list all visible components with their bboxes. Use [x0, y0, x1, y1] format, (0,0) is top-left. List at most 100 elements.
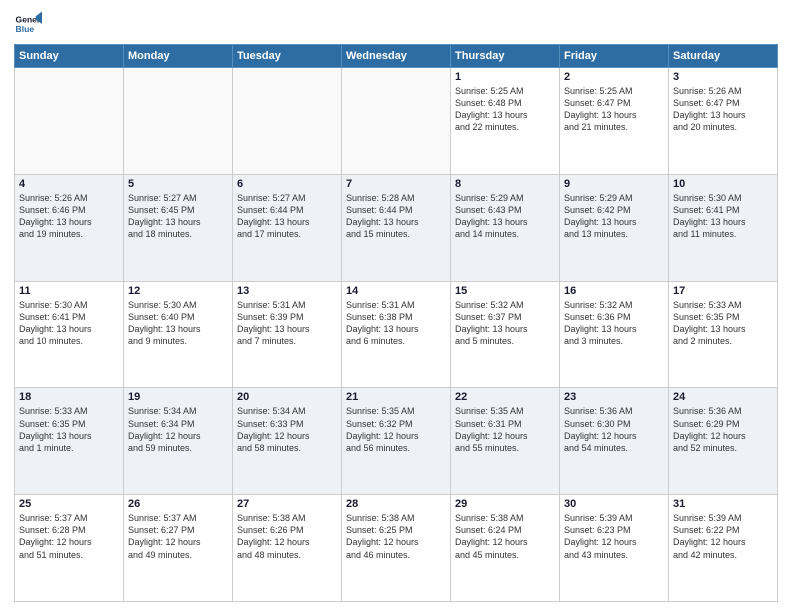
calendar-cell: 13 Sunrise: 5:31 AM Sunset: 6:39 PM Dayli…	[233, 281, 342, 388]
calendar-cell	[124, 68, 233, 175]
calendar-cell	[15, 68, 124, 175]
week-row-5: 25Sunrise: 5:37 AM Sunset: 6:28 PM Dayli…	[15, 495, 778, 602]
calendar-cell: 27 Sunrise: 5:38 AM Sunset: 6:26 PM Dayli…	[233, 495, 342, 602]
day-number: 29	[455, 498, 555, 510]
calendar-cell: 19Sunrise: 5:34 AM Sunset: 6:34 PM Dayli…	[124, 388, 233, 495]
calendar-cell: 16 Sunrise: 5:32 AM Sunset: 6:36 PM Dayli…	[560, 281, 669, 388]
calendar-cell: 30 Sunrise: 5:39 AM Sunset: 6:23 PM Dayli…	[560, 495, 669, 602]
calendar-cell: 14 Sunrise: 5:31 AM Sunset: 6:38 PM Dayli…	[342, 281, 451, 388]
weekday-header-thursday: Thursday	[451, 45, 560, 68]
day-number: 11	[19, 285, 119, 297]
day-number: 7	[346, 178, 446, 190]
day-number: 20	[237, 391, 337, 403]
cell-info: Sunrise: 5:39 AM Sunset: 6:22 PM Dayligh…	[673, 512, 773, 561]
calendar-cell: 17 Sunrise: 5:33 AM Sunset: 6:35 PM Dayli…	[669, 281, 778, 388]
day-number: 10	[673, 178, 773, 190]
calendar-cell: 29 Sunrise: 5:38 AM Sunset: 6:24 PM Dayli…	[451, 495, 560, 602]
cell-info: Sunrise: 5:38 AM Sunset: 6:24 PM Dayligh…	[455, 512, 555, 561]
day-number: 6	[237, 178, 337, 190]
calendar-cell: 20 Sunrise: 5:34 AM Sunset: 6:33 PM Dayli…	[233, 388, 342, 495]
cell-info: Sunrise: 5:36 AM Sunset: 6:29 PM Dayligh…	[673, 405, 773, 454]
day-number: 21	[346, 391, 446, 403]
day-number: 13	[237, 285, 337, 297]
week-row-2: 4 Sunrise: 5:26 AM Sunset: 6:46 PM Daylig…	[15, 174, 778, 281]
day-number: 4	[19, 178, 119, 190]
day-number: 14	[346, 285, 446, 297]
cell-info: Sunrise: 5:31 AM Sunset: 6:39 PM Dayligh…	[237, 299, 337, 348]
weekday-header-sunday: Sunday	[15, 45, 124, 68]
calendar-cell: 12 Sunrise: 5:30 AM Sunset: 6:40 PM Dayli…	[124, 281, 233, 388]
cell-info: Sunrise: 5:38 AM Sunset: 6:25 PM Dayligh…	[346, 512, 446, 561]
day-number: 2	[564, 71, 664, 83]
day-number: 31	[673, 498, 773, 510]
weekday-header-wednesday: Wednesday	[342, 45, 451, 68]
calendar-cell: 11Sunrise: 5:30 AM Sunset: 6:41 PM Dayli…	[15, 281, 124, 388]
calendar-cell: 26 Sunrise: 5:37 AM Sunset: 6:27 PM Dayli…	[124, 495, 233, 602]
calendar-cell: 31 Sunrise: 5:39 AM Sunset: 6:22 PM Dayli…	[669, 495, 778, 602]
day-number: 5	[128, 178, 228, 190]
cell-info: Sunrise: 5:26 AM Sunset: 6:46 PM Dayligh…	[19, 192, 119, 241]
weekday-header-tuesday: Tuesday	[233, 45, 342, 68]
calendar-cell: 22 Sunrise: 5:35 AM Sunset: 6:31 PM Dayli…	[451, 388, 560, 495]
calendar-cell: 4 Sunrise: 5:26 AM Sunset: 6:46 PM Daylig…	[15, 174, 124, 281]
week-row-4: 18Sunrise: 5:33 AM Sunset: 6:35 PM Dayli…	[15, 388, 778, 495]
cell-info: Sunrise: 5:29 AM Sunset: 6:42 PM Dayligh…	[564, 192, 664, 241]
cell-info: Sunrise: 5:31 AM Sunset: 6:38 PM Dayligh…	[346, 299, 446, 348]
cell-info: Sunrise: 5:35 AM Sunset: 6:32 PM Dayligh…	[346, 405, 446, 454]
day-number: 26	[128, 498, 228, 510]
calendar-cell	[342, 68, 451, 175]
cell-info: Sunrise: 5:39 AM Sunset: 6:23 PM Dayligh…	[564, 512, 664, 561]
day-number: 25	[19, 498, 119, 510]
week-row-1: 1Sunrise: 5:25 AM Sunset: 6:48 PM Daylig…	[15, 68, 778, 175]
calendar-cell: 3Sunrise: 5:26 AM Sunset: 6:47 PM Daylig…	[669, 68, 778, 175]
calendar-table: SundayMondayTuesdayWednesdayThursdayFrid…	[14, 44, 778, 602]
day-number: 3	[673, 71, 773, 83]
calendar-cell: 23 Sunrise: 5:36 AM Sunset: 6:30 PM Dayli…	[560, 388, 669, 495]
cell-info: Sunrise: 5:33 AM Sunset: 6:35 PM Dayligh…	[673, 299, 773, 348]
day-number: 23	[564, 391, 664, 403]
day-number: 22	[455, 391, 555, 403]
calendar-cell: 15Sunrise: 5:32 AM Sunset: 6:37 PM Dayli…	[451, 281, 560, 388]
cell-info: Sunrise: 5:25 AM Sunset: 6:47 PM Dayligh…	[564, 85, 664, 134]
week-row-3: 11Sunrise: 5:30 AM Sunset: 6:41 PM Dayli…	[15, 281, 778, 388]
calendar-cell: 18Sunrise: 5:33 AM Sunset: 6:35 PM Dayli…	[15, 388, 124, 495]
day-number: 17	[673, 285, 773, 297]
calendar-cell: 25Sunrise: 5:37 AM Sunset: 6:28 PM Dayli…	[15, 495, 124, 602]
cell-info: Sunrise: 5:34 AM Sunset: 6:33 PM Dayligh…	[237, 405, 337, 454]
cell-info: Sunrise: 5:27 AM Sunset: 6:44 PM Dayligh…	[237, 192, 337, 241]
calendar-cell: 7 Sunrise: 5:28 AM Sunset: 6:44 PM Daylig…	[342, 174, 451, 281]
cell-info: Sunrise: 5:37 AM Sunset: 6:27 PM Dayligh…	[128, 512, 228, 561]
cell-info: Sunrise: 5:29 AM Sunset: 6:43 PM Dayligh…	[455, 192, 555, 241]
calendar-cell: 21 Sunrise: 5:35 AM Sunset: 6:32 PM Dayli…	[342, 388, 451, 495]
day-number: 30	[564, 498, 664, 510]
cell-info: Sunrise: 5:36 AM Sunset: 6:30 PM Dayligh…	[564, 405, 664, 454]
cell-info: Sunrise: 5:35 AM Sunset: 6:31 PM Dayligh…	[455, 405, 555, 454]
calendar-cell: 28 Sunrise: 5:38 AM Sunset: 6:25 PM Dayli…	[342, 495, 451, 602]
cell-info: Sunrise: 5:30 AM Sunset: 6:40 PM Dayligh…	[128, 299, 228, 348]
logo-icon: General Blue	[14, 10, 42, 38]
calendar-cell: 8Sunrise: 5:29 AM Sunset: 6:43 PM Daylig…	[451, 174, 560, 281]
header: General Blue	[14, 10, 778, 38]
weekday-header-friday: Friday	[560, 45, 669, 68]
calendar-cell: 6 Sunrise: 5:27 AM Sunset: 6:44 PM Daylig…	[233, 174, 342, 281]
day-number: 12	[128, 285, 228, 297]
calendar-cell: 1Sunrise: 5:25 AM Sunset: 6:48 PM Daylig…	[451, 68, 560, 175]
cell-info: Sunrise: 5:27 AM Sunset: 6:45 PM Dayligh…	[128, 192, 228, 241]
calendar-cell: 5 Sunrise: 5:27 AM Sunset: 6:45 PM Daylig…	[124, 174, 233, 281]
day-number: 27	[237, 498, 337, 510]
calendar-page: General Blue SundayMondayTuesdayWednesda…	[0, 0, 792, 612]
weekday-header-row: SundayMondayTuesdayWednesdayThursdayFrid…	[15, 45, 778, 68]
day-number: 15	[455, 285, 555, 297]
cell-info: Sunrise: 5:30 AM Sunset: 6:41 PM Dayligh…	[673, 192, 773, 241]
svg-text:Blue: Blue	[16, 24, 35, 34]
cell-info: Sunrise: 5:32 AM Sunset: 6:36 PM Dayligh…	[564, 299, 664, 348]
day-number: 24	[673, 391, 773, 403]
cell-info: Sunrise: 5:38 AM Sunset: 6:26 PM Dayligh…	[237, 512, 337, 561]
calendar-cell: 9Sunrise: 5:29 AM Sunset: 6:42 PM Daylig…	[560, 174, 669, 281]
cell-info: Sunrise: 5:28 AM Sunset: 6:44 PM Dayligh…	[346, 192, 446, 241]
calendar-cell: 24 Sunrise: 5:36 AM Sunset: 6:29 PM Dayli…	[669, 388, 778, 495]
calendar-cell	[233, 68, 342, 175]
day-number: 28	[346, 498, 446, 510]
day-number: 16	[564, 285, 664, 297]
weekday-header-saturday: Saturday	[669, 45, 778, 68]
